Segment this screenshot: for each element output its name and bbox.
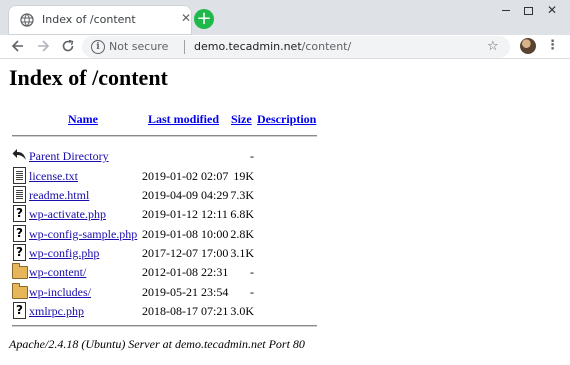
entry-size: - — [250, 285, 254, 299]
entry-link[interactable]: xmlrpc.php — [29, 304, 84, 319]
back-arrow-icon — [11, 40, 23, 52]
folder-icon[interactable] — [12, 263, 28, 279]
entry-date: 2018-08-17 07:21 — [142, 304, 229, 318]
minimize-icon — [502, 10, 510, 11]
server-signature: Apache/2.4.18 (Ubuntu) Server at demo.te… — [9, 337, 305, 351]
tab-close-icon[interactable]: ✕ — [178, 10, 194, 26]
url-text: demo.tecadmin.net/content/ — [194, 40, 351, 53]
globe-icon — [20, 13, 34, 27]
bookmark-star-icon[interactable]: ☆ — [487, 39, 499, 54]
list-item: license.txt 2019-01-02 02:07 19K — [0, 167, 330, 185]
entry-date: 2017-12-07 17:00 — [142, 246, 229, 260]
list-item: Parent Directory - — [0, 147, 330, 165]
reload-icon — [62, 39, 74, 52]
entry-size: - — [250, 149, 254, 163]
reload-button[interactable] — [60, 39, 76, 55]
entry-link[interactable]: readme.html — [29, 188, 89, 203]
entry-link[interactable]: wp-config-sample.php — [29, 227, 137, 242]
security-status: Not secure — [109, 40, 169, 53]
column-header-description[interactable]: Description — [257, 112, 316, 127]
window-close-button[interactable]: ✕ — [542, 2, 562, 18]
unknown-file-icon[interactable]: ? — [12, 302, 26, 319]
entry-date: 2019-04-09 04:29 — [142, 188, 229, 202]
back-button[interactable] — [10, 39, 26, 55]
unknown-file-icon[interactable]: ? — [12, 244, 26, 261]
entry-size: - — [250, 265, 254, 279]
list-item: ? wp-config-sample.php 2019-01-08 10:00 2.8… — [0, 225, 330, 243]
omnibox-divider — [184, 40, 185, 54]
forward-button[interactable] — [35, 39, 51, 55]
profile-avatar[interactable] — [520, 38, 536, 54]
page-title: Index of /content — [9, 65, 168, 90]
header-divider — [12, 135, 317, 137]
entry-link[interactable]: Parent Directory — [29, 149, 109, 164]
entry-size: 6.8K — [230, 207, 254, 221]
back-icon[interactable] — [12, 147, 26, 163]
text-file-icon[interactable] — [12, 167, 26, 184]
list-item: wp-includes/2019-05-21 23:54 - — [0, 283, 330, 301]
browser-menu-icon[interactable]: ⋮ — [546, 38, 559, 54]
entry-size: 7.3K — [230, 188, 254, 202]
info-icon[interactable]: i — [91, 40, 105, 54]
entry-link[interactable]: wp-activate.php — [29, 207, 106, 222]
entry-size: 19K — [233, 169, 254, 183]
tab-active[interactable]: Index of /content ✕ — [8, 5, 192, 35]
entry-size: 2.8K — [230, 227, 254, 241]
tab-strip: Index of /content ✕ + ✕ — [0, 0, 570, 35]
unknown-file-icon[interactable]: ? — [12, 225, 26, 242]
entry-size: 3.1K — [230, 246, 254, 260]
list-item: ? wp-activate.php 2019-01-12 12:11 6.8K — [0, 205, 330, 223]
footer-divider — [12, 325, 317, 327]
tab-title: Index of /content — [42, 13, 136, 26]
maximize-icon — [523, 6, 533, 15]
entry-date: 2019-01-08 10:00 — [142, 227, 229, 241]
url-path: /content/ — [301, 40, 352, 53]
unknown-file-icon[interactable]: ? — [12, 205, 26, 222]
entry-link[interactable]: wp-content/ — [29, 265, 86, 280]
entry-date: 2019-01-12 12:11 — [142, 207, 228, 221]
text-file-icon[interactable] — [12, 186, 26, 203]
column-header-name[interactable]: Name — [68, 112, 98, 127]
minimize-button[interactable] — [496, 2, 516, 18]
maximize-button[interactable] — [518, 2, 538, 18]
forward-arrow-icon — [38, 40, 50, 52]
list-item: ? xmlrpc.php 2018-08-17 07:21 3.0K — [0, 302, 330, 320]
entry-link[interactable]: wp-config.php — [29, 246, 99, 261]
entry-date: 2019-05-21 23:54 — [142, 285, 229, 299]
browser-toolbar: i Not secure demo.tecadmin.net/content/ … — [0, 35, 570, 59]
url-host: demo.tecadmin.net — [194, 40, 302, 53]
folder-icon[interactable] — [12, 283, 28, 299]
new-tab-button[interactable]: + — [194, 9, 214, 29]
page-content: Index of /content Name Last modified Siz… — [0, 59, 570, 365]
entry-date: 2012-01-08 22:31 — [142, 265, 229, 279]
list-item: readme.html 2019-04-09 04:29 7.3K — [0, 186, 330, 204]
entry-size: 3.0K — [230, 304, 254, 318]
list-item: wp-content/2012-01-08 22:31 - — [0, 263, 330, 281]
list-item: ? wp-config.php 2017-12-07 17:00 3.1K — [0, 244, 330, 262]
entry-date: 2019-01-02 02:07 — [142, 169, 229, 183]
entry-link[interactable]: wp-includes/ — [29, 285, 91, 300]
address-bar[interactable]: i Not secure demo.tecadmin.net/content/ … — [82, 36, 510, 58]
column-header-size[interactable]: Size — [231, 112, 252, 127]
column-header-last-modified[interactable]: Last modified — [148, 112, 219, 127]
entry-link[interactable]: license.txt — [29, 169, 78, 184]
